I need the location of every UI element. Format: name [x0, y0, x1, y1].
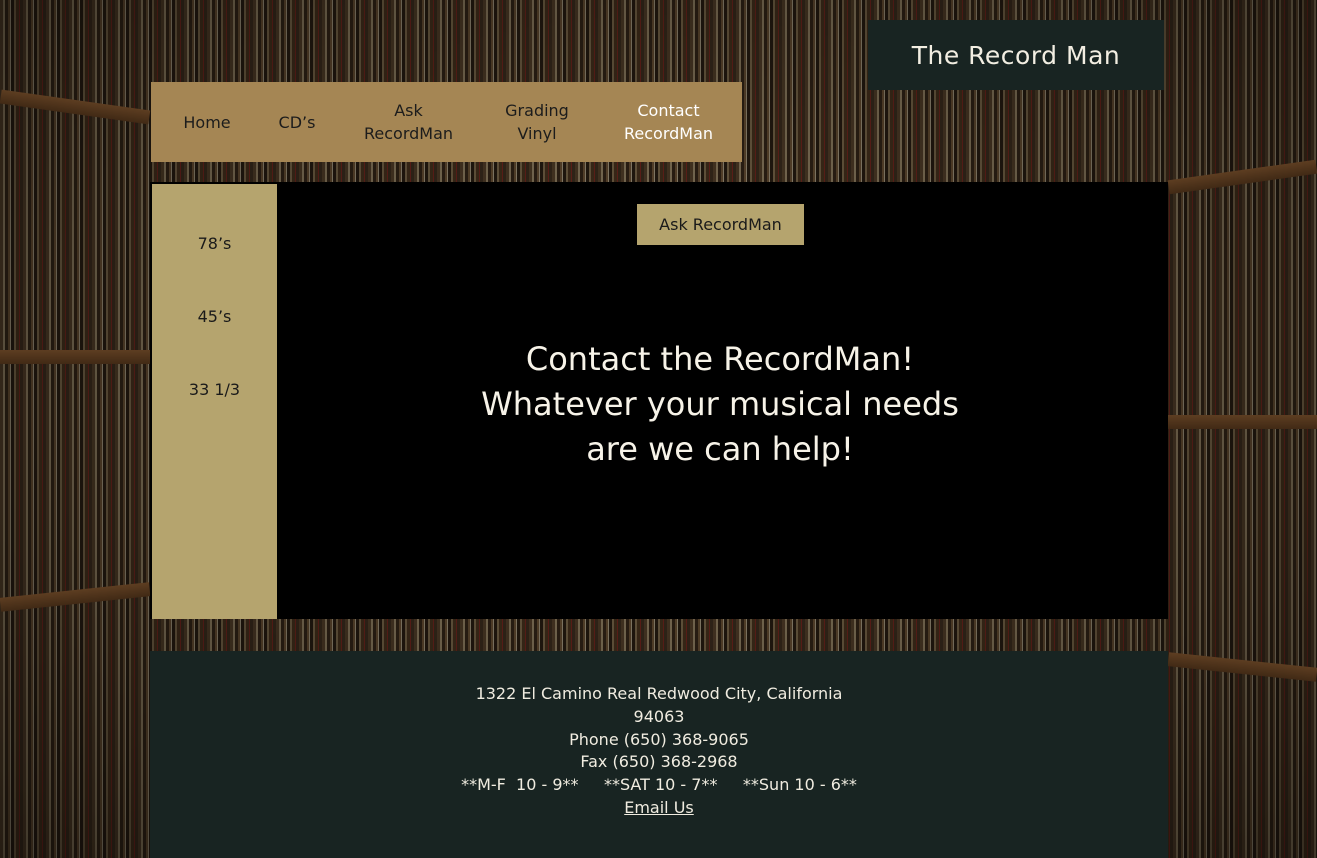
nav-item-label: Vinyl	[517, 124, 557, 143]
site-title: The Record Man	[911, 40, 1121, 70]
nav-item-label: RecordMan	[363, 124, 454, 143]
nav-item-label: CD’s	[278, 112, 316, 132]
footer-zip: 94063	[633, 707, 685, 726]
page-headline: Contact the RecordMan! Whatever your mus…	[420, 337, 1020, 472]
nav-item-label: Ask	[394, 101, 423, 120]
nav-item-label: Grading	[505, 101, 569, 120]
sidebar: 78’s 45’s 33 1/3	[152, 184, 277, 619]
footer-address: 1322 El Camino Real Redwood City, Califo…	[475, 684, 843, 703]
ask-recordman-button[interactable]: Ask RecordMan	[637, 204, 804, 245]
site-brand[interactable]: The Record Man	[868, 20, 1164, 90]
sidebar-item-78s[interactable]: 78’s	[152, 234, 277, 253]
nav-item-grading-vinyl[interactable]: Grading Vinyl	[486, 82, 588, 162]
footer-phone: Phone (650) 368-9065	[569, 730, 749, 749]
sidebar-item-33-1-3[interactable]: 33 1/3	[152, 380, 277, 399]
main-nav: Home CD’s Ask RecordMan Grading Vinyl Co…	[151, 82, 742, 162]
nav-item-label: Home	[183, 112, 231, 132]
headline-line: Contact the RecordMan!	[525, 340, 915, 378]
nav-item-ask-recordman[interactable]: Ask RecordMan	[351, 82, 466, 162]
nav-item-label: RecordMan	[623, 124, 714, 143]
footer-fax: Fax (650) 368-2968	[580, 752, 738, 771]
email-us-link[interactable]: Email Us	[624, 798, 694, 817]
headline-line: Whatever your musical needs	[481, 385, 959, 423]
footer-email-wrap: Email Us	[150, 796, 1168, 819]
sidebar-item-45s[interactable]: 45’s	[152, 307, 277, 326]
headline-line: are we can help!	[586, 430, 854, 468]
nav-item-label: Contact	[637, 101, 700, 120]
nav-item-cds[interactable]: CD’s	[261, 82, 333, 162]
nav-item-contact-recordman[interactable]: Contact RecordMan	[611, 82, 726, 162]
nav-item-home[interactable]: Home	[161, 82, 253, 162]
footer-hours: **M-F 10 - 9** **SAT 10 - 7** **Sun 10 -…	[461, 775, 857, 794]
